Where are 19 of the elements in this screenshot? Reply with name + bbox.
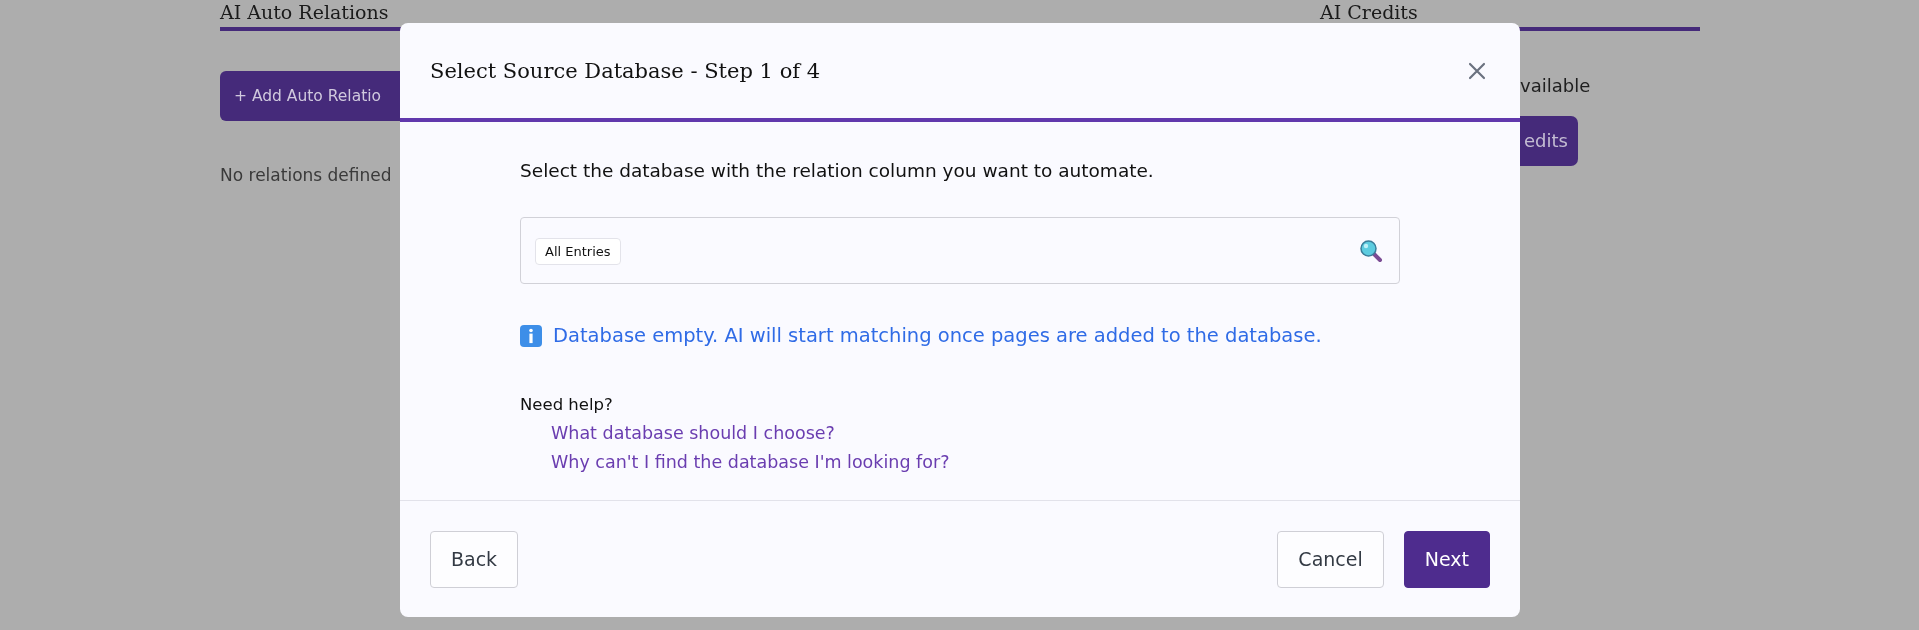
empty-message: No relations defined xyxy=(220,165,392,185)
filter-chip[interactable]: All Entries xyxy=(535,238,621,265)
help-link[interactable]: What database should I choose? xyxy=(551,423,835,443)
add-relation-button[interactable]: + Add Auto Relatio xyxy=(220,71,400,121)
help-heading: Need help? xyxy=(520,395,613,414)
back-button[interactable]: Back xyxy=(430,530,519,588)
section-heading: AI Credits xyxy=(1320,0,1418,25)
instruction-text: Select the database with the relation column you want to automate. xyxy=(520,160,1154,181)
section-heading: AI Auto Relations xyxy=(220,0,389,25)
database-search-field[interactable]: All Entries xyxy=(520,217,1400,284)
info-icon xyxy=(520,324,542,347)
search-icon[interactable] xyxy=(1359,238,1383,263)
close-icon[interactable] xyxy=(1468,61,1486,80)
info-message: Database empty. AI will start matching once pages are added to the database. xyxy=(553,324,1322,347)
dialog-title: Select Source Database - Step 1 of 4 xyxy=(430,58,821,83)
help-link[interactable]: Why can't I find the database I'm looking for? xyxy=(551,452,950,472)
next-button[interactable]: Next xyxy=(1403,530,1490,588)
credits-available-text: vailable xyxy=(1520,75,1592,96)
cancel-button[interactable]: Cancel xyxy=(1277,530,1384,588)
